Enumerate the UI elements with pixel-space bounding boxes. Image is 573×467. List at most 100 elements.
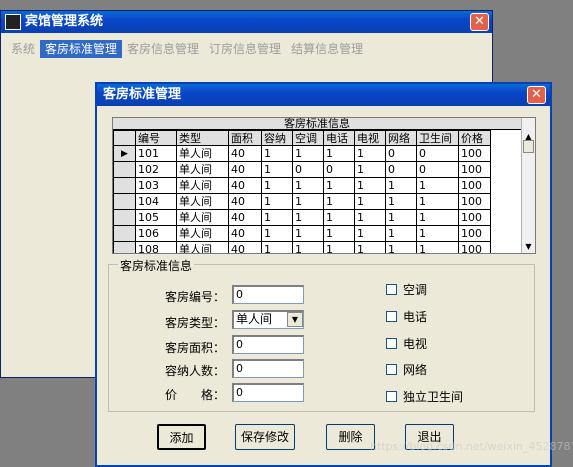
col-header-tv[interactable]: 电视	[354, 130, 386, 146]
cell-capacity[interactable]: 1	[261, 145, 293, 162]
cell-ac[interactable]: 1	[292, 193, 324, 210]
cell-capacity[interactable]: 1	[261, 161, 293, 178]
menu-room-standard[interactable]: 客房标准管理	[40, 40, 123, 58]
capacity-field[interactable]: 0	[232, 359, 304, 378]
checkbox-ac[interactable]: 空调	[386, 281, 427, 298]
cell-type[interactable]: 单人间	[176, 225, 229, 242]
table-row[interactable]: 105 单人间 40 1 1 1 1 1 1 100	[113, 209, 491, 226]
grid-vertical-scrollbar[interactable]: ▲ ▼	[521, 118, 535, 253]
cell-area[interactable]: 40	[228, 209, 262, 226]
cell-bathroom[interactable]: 1	[416, 209, 459, 226]
col-header-type[interactable]: 类型	[176, 130, 229, 146]
table-row[interactable]: ▶ 101 单人间 40 1 1 1 1 0 0 100	[113, 145, 491, 162]
cell-area[interactable]: 40	[228, 145, 262, 162]
col-header-area[interactable]: 面积	[228, 130, 262, 146]
checkbox-network[interactable]: 网络	[386, 361, 427, 378]
table-row[interactable]: 103 单人间 40 1 1 1 1 1 1 100	[113, 177, 491, 194]
col-header-ac[interactable]: 空调	[292, 130, 324, 146]
row-selector[interactable]: ▶	[113, 145, 136, 162]
room-no-field[interactable]: 0	[232, 285, 304, 304]
checkbox-phone-box[interactable]	[386, 311, 397, 322]
cell-tv[interactable]: 1	[354, 209, 386, 226]
checkbox-private-bathroom-box[interactable]	[386, 391, 397, 402]
main-close-button[interactable]: ✕	[470, 13, 489, 31]
cell-tv[interactable]: 1	[354, 193, 386, 210]
cell-type[interactable]: 单人间	[176, 145, 229, 162]
cell-phone[interactable]: 1	[323, 177, 355, 194]
table-row[interactable]: 102 单人间 40 1 0 0 1 0 0 100	[113, 161, 491, 178]
cell-capacity[interactable]: 1	[261, 209, 293, 226]
menu-room-info[interactable]: 客房信息管理	[122, 40, 204, 58]
area-field[interactable]: 0	[232, 335, 304, 354]
cell-id[interactable]: 103	[135, 177, 177, 194]
cell-ac[interactable]: 1	[292, 225, 324, 242]
row-selector[interactable]	[113, 225, 136, 242]
table-row[interactable]: 104 单人间 40 1 1 1 1 1 1 100	[113, 193, 491, 210]
checkbox-tv-box[interactable]	[386, 338, 397, 349]
cell-type[interactable]: 单人间	[176, 177, 229, 194]
delete-button[interactable]: 删除	[326, 424, 375, 450]
cell-area[interactable]: 40	[228, 177, 262, 194]
cell-network[interactable]: 0	[385, 145, 417, 162]
col-header-price[interactable]: 价格	[458, 130, 491, 146]
add-button[interactable]: 添加	[157, 424, 206, 450]
cell-phone[interactable]: 1	[323, 145, 355, 162]
cell-id[interactable]: 101	[135, 145, 177, 162]
row-selector[interactable]	[113, 193, 136, 210]
cell-price[interactable]: 100	[458, 177, 491, 194]
price-field[interactable]: 0	[232, 383, 304, 402]
cell-bathroom[interactable]: 0	[416, 161, 459, 178]
cell-network[interactable]: 1	[385, 177, 417, 194]
cell-area[interactable]: 40	[228, 225, 262, 242]
cell-phone[interactable]: 1	[323, 209, 355, 226]
cell-network[interactable]: 1	[385, 193, 417, 210]
cell-type[interactable]: 单人间	[176, 241, 229, 253]
save-button[interactable]: 保存修改	[235, 424, 295, 450]
cell-ac[interactable]: 1	[292, 145, 324, 162]
checkbox-phone[interactable]: 电话	[386, 308, 427, 325]
cell-bathroom[interactable]: 1	[416, 177, 459, 194]
checkbox-ac-box[interactable]	[386, 284, 397, 295]
cell-network[interactable]: 0	[385, 161, 417, 178]
cell-bathroom[interactable]: 1	[416, 241, 459, 253]
checkbox-network-box[interactable]	[386, 364, 397, 375]
cell-id[interactable]: 104	[135, 193, 177, 210]
cell-type[interactable]: 单人间	[176, 209, 229, 226]
cell-type[interactable]: 单人间	[176, 161, 229, 178]
cell-id[interactable]: 102	[135, 161, 177, 178]
menu-checkout-info[interactable]: 结算信息管理	[286, 40, 368, 58]
row-selector[interactable]	[113, 241, 136, 253]
cell-phone[interactable]: 1	[323, 193, 355, 210]
col-header-phone[interactable]: 电话	[323, 130, 355, 146]
cell-ac[interactable]: 1	[292, 209, 324, 226]
cell-price[interactable]: 100	[458, 225, 491, 242]
menu-system[interactable]: 系统	[6, 40, 40, 58]
col-header-capacity[interactable]: 容纳	[261, 130, 293, 146]
cell-id[interactable]: 106	[135, 225, 177, 242]
cell-bathroom[interactable]: 1	[416, 193, 459, 210]
room-type-select[interactable]: 单人间 ▼	[232, 310, 304, 329]
col-header-id[interactable]: 编号	[135, 130, 177, 146]
cell-network[interactable]: 1	[385, 241, 417, 253]
cell-area[interactable]: 40	[228, 193, 262, 210]
cell-tv[interactable]: 1	[354, 225, 386, 242]
row-selector[interactable]	[113, 161, 136, 178]
cell-bathroom[interactable]: 1	[416, 225, 459, 242]
cell-ac[interactable]: 1	[292, 241, 324, 253]
cell-price[interactable]: 100	[458, 241, 491, 253]
cell-capacity[interactable]: 1	[261, 177, 293, 194]
cell-phone[interactable]: 0	[323, 161, 355, 178]
cell-tv[interactable]: 1	[354, 145, 386, 162]
cell-phone[interactable]: 1	[323, 241, 355, 253]
cell-type[interactable]: 单人间	[176, 193, 229, 210]
cell-ac[interactable]: 1	[292, 177, 324, 194]
menu-booking-info[interactable]: 订房信息管理	[204, 40, 286, 58]
cell-capacity[interactable]: 1	[261, 241, 293, 253]
cell-price[interactable]: 100	[458, 145, 491, 162]
col-header-network[interactable]: 网络	[385, 130, 417, 146]
cell-phone[interactable]: 1	[323, 225, 355, 242]
cell-id[interactable]: 108	[135, 241, 177, 253]
cell-ac[interactable]: 0	[292, 161, 324, 178]
table-row[interactable]: 108 单人间 40 1 1 1 1 1 1 100	[113, 241, 491, 253]
col-header-bathroom[interactable]: 卫生间	[416, 130, 459, 146]
